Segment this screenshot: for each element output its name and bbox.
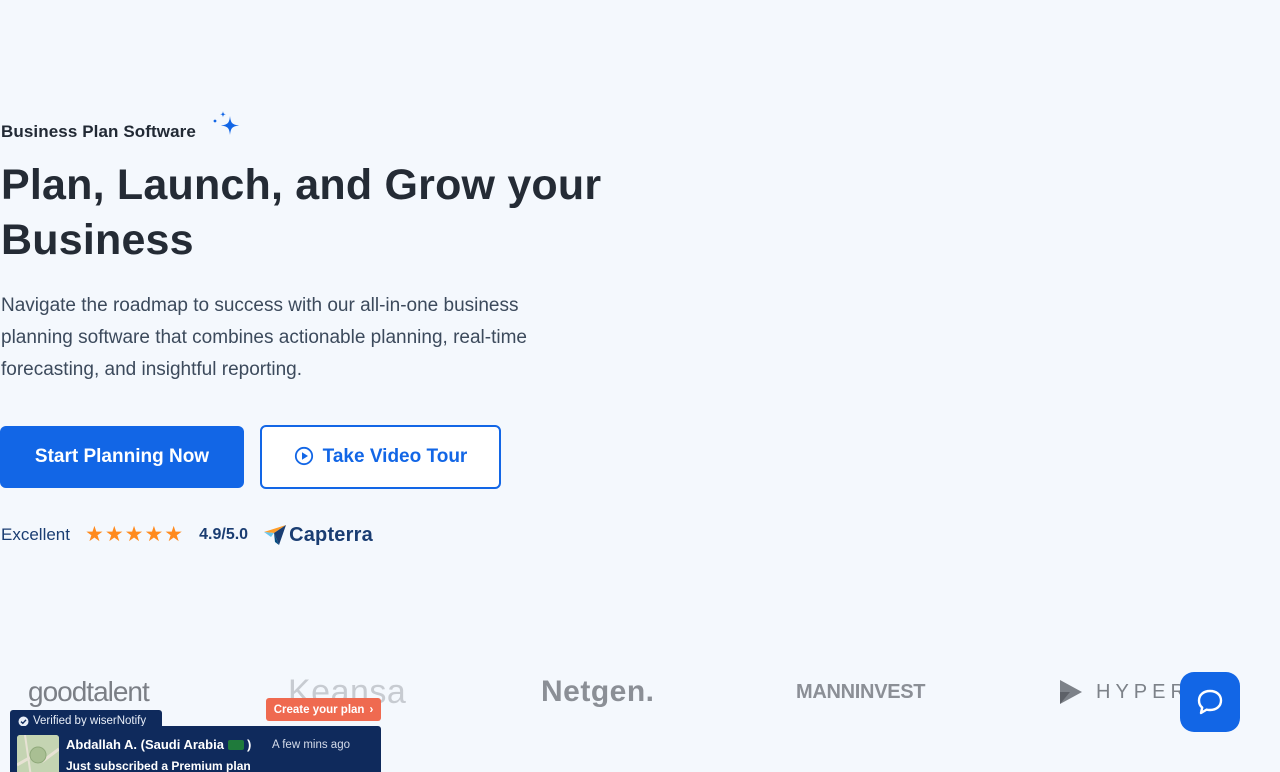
logo-goodtalent: goodtalent	[28, 676, 150, 707]
map-icon	[17, 735, 59, 772]
saudi-flag-icon	[227, 739, 244, 750]
rating-stars: ★ ★ ★ ★ ★	[84, 523, 184, 546]
notification-name-suffix: )	[246, 737, 252, 752]
start-planning-button[interactable]: Start Planning Now	[0, 426, 244, 488]
hero-eyebrow: Business Plan Software	[1, 122, 196, 141]
start-planning-label: Start Planning Now	[34, 446, 210, 467]
notification-name-text: Abdallah A. (Saudi Arabia	[66, 737, 224, 752]
star-icon: ★	[144, 523, 164, 546]
logo-hyper: HYPER	[1058, 668, 1190, 716]
play-circle-icon	[294, 446, 313, 466]
video-tour-label: Take Video Tour	[322, 446, 468, 467]
chevron-right-icon: ›	[369, 703, 374, 716]
hyper-mark-icon	[1060, 680, 1082, 704]
client-logos: goodtalent Keansa Netgen. MANNINVEST HYP…	[0, 668, 1280, 718]
rating-row: Excellent ★ ★ ★ ★ ★ 4.9/5.0 Capterra	[1, 521, 373, 549]
logo-netgen: Netgen.	[541, 675, 655, 708]
hero-subtext: Navigate the roadmap to success with our…	[1, 295, 527, 380]
video-tour-button[interactable]: Take Video Tour	[260, 425, 501, 489]
sparkle-icon	[213, 111, 239, 135]
capterra-name: Capterra	[289, 523, 373, 546]
rating-score: 4.9/5.0	[199, 526, 249, 543]
logo-manninvest: MANNINVEST	[796, 680, 926, 703]
check-circle-icon	[18, 716, 29, 726]
create-plan-label: Create your plan	[273, 703, 365, 716]
star-icon: ★	[164, 523, 184, 546]
capterra-logo[interactable]: Capterra	[263, 524, 373, 547]
capterra-logo-icon	[264, 525, 287, 545]
star-icon: ★	[124, 523, 144, 546]
rating-label: Excellent	[1, 525, 70, 544]
logo-hyper-text: HYPER	[1096, 680, 1190, 703]
chat-bubble-icon	[1197, 689, 1223, 715]
social-proof-notification[interactable]: Abdallah A. (Saudi Arabia) A few mins ag…	[10, 726, 381, 772]
star-icon: ★	[84, 523, 104, 546]
hero-headline: Plan, Launch, and Grow your Business	[1, 161, 602, 264]
location-map-thumbnail	[17, 735, 59, 772]
star-icon: ★	[104, 523, 124, 546]
notification-message: Just subscribed a Premium plan	[66, 759, 251, 772]
create-plan-button[interactable]: Create your plan ›	[266, 698, 381, 721]
notification-time: A few mins ago	[272, 739, 350, 751]
chat-launcher-button[interactable]	[1180, 672, 1240, 732]
notification-name: Abdallah A. (Saudi Arabia)	[66, 737, 251, 752]
